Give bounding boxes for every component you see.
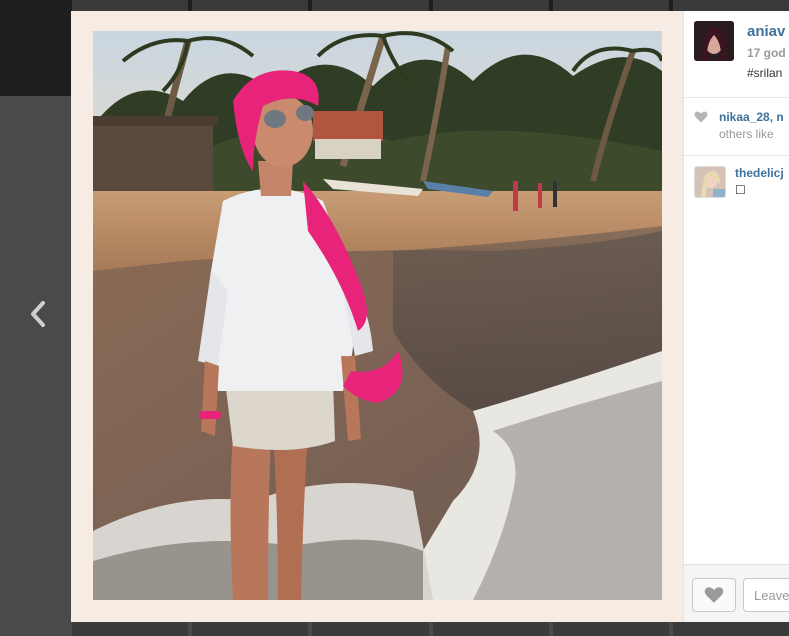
avatar[interactable] xyxy=(694,21,734,61)
comment-text: ☐ xyxy=(735,183,746,197)
avatar-image xyxy=(694,21,734,61)
likes-users[interactable]: nikaa_28, n xyxy=(719,110,784,124)
chevron-left-icon xyxy=(31,301,45,327)
post-caption-hashtag[interactable]: #srilan xyxy=(747,66,782,80)
previous-photo-button[interactable] xyxy=(22,292,54,336)
heart-icon xyxy=(704,587,724,603)
comment-item: thedelicj ☐ xyxy=(694,166,789,206)
beach-photo xyxy=(93,31,662,600)
photo-modal: aniav 17 god #srilan nikaa_28, n others … xyxy=(71,11,789,622)
comment-username[interactable]: thedelicj xyxy=(735,166,784,180)
photo-frame xyxy=(71,11,683,622)
background-thumbnails-bottom xyxy=(72,622,789,636)
sidebar-divider xyxy=(684,97,789,98)
commenter-avatar[interactable] xyxy=(694,166,726,198)
sidebar-divider xyxy=(684,155,789,156)
likes-summary: nikaa_28, n others like xyxy=(694,108,789,148)
comment-footer xyxy=(684,564,789,622)
comment-input[interactable] xyxy=(743,578,789,612)
commenter-avatar-image xyxy=(695,167,725,197)
post-sidebar: aniav 17 god #srilan nikaa_28, n others … xyxy=(684,11,789,622)
post-author: aniav 17 god #srilan xyxy=(694,21,789,101)
post-timestamp: 17 god xyxy=(747,46,786,60)
heart-icon xyxy=(694,111,708,123)
likes-others: others like xyxy=(719,127,774,141)
like-button[interactable] xyxy=(692,578,736,612)
post-username[interactable]: aniav xyxy=(747,23,785,40)
